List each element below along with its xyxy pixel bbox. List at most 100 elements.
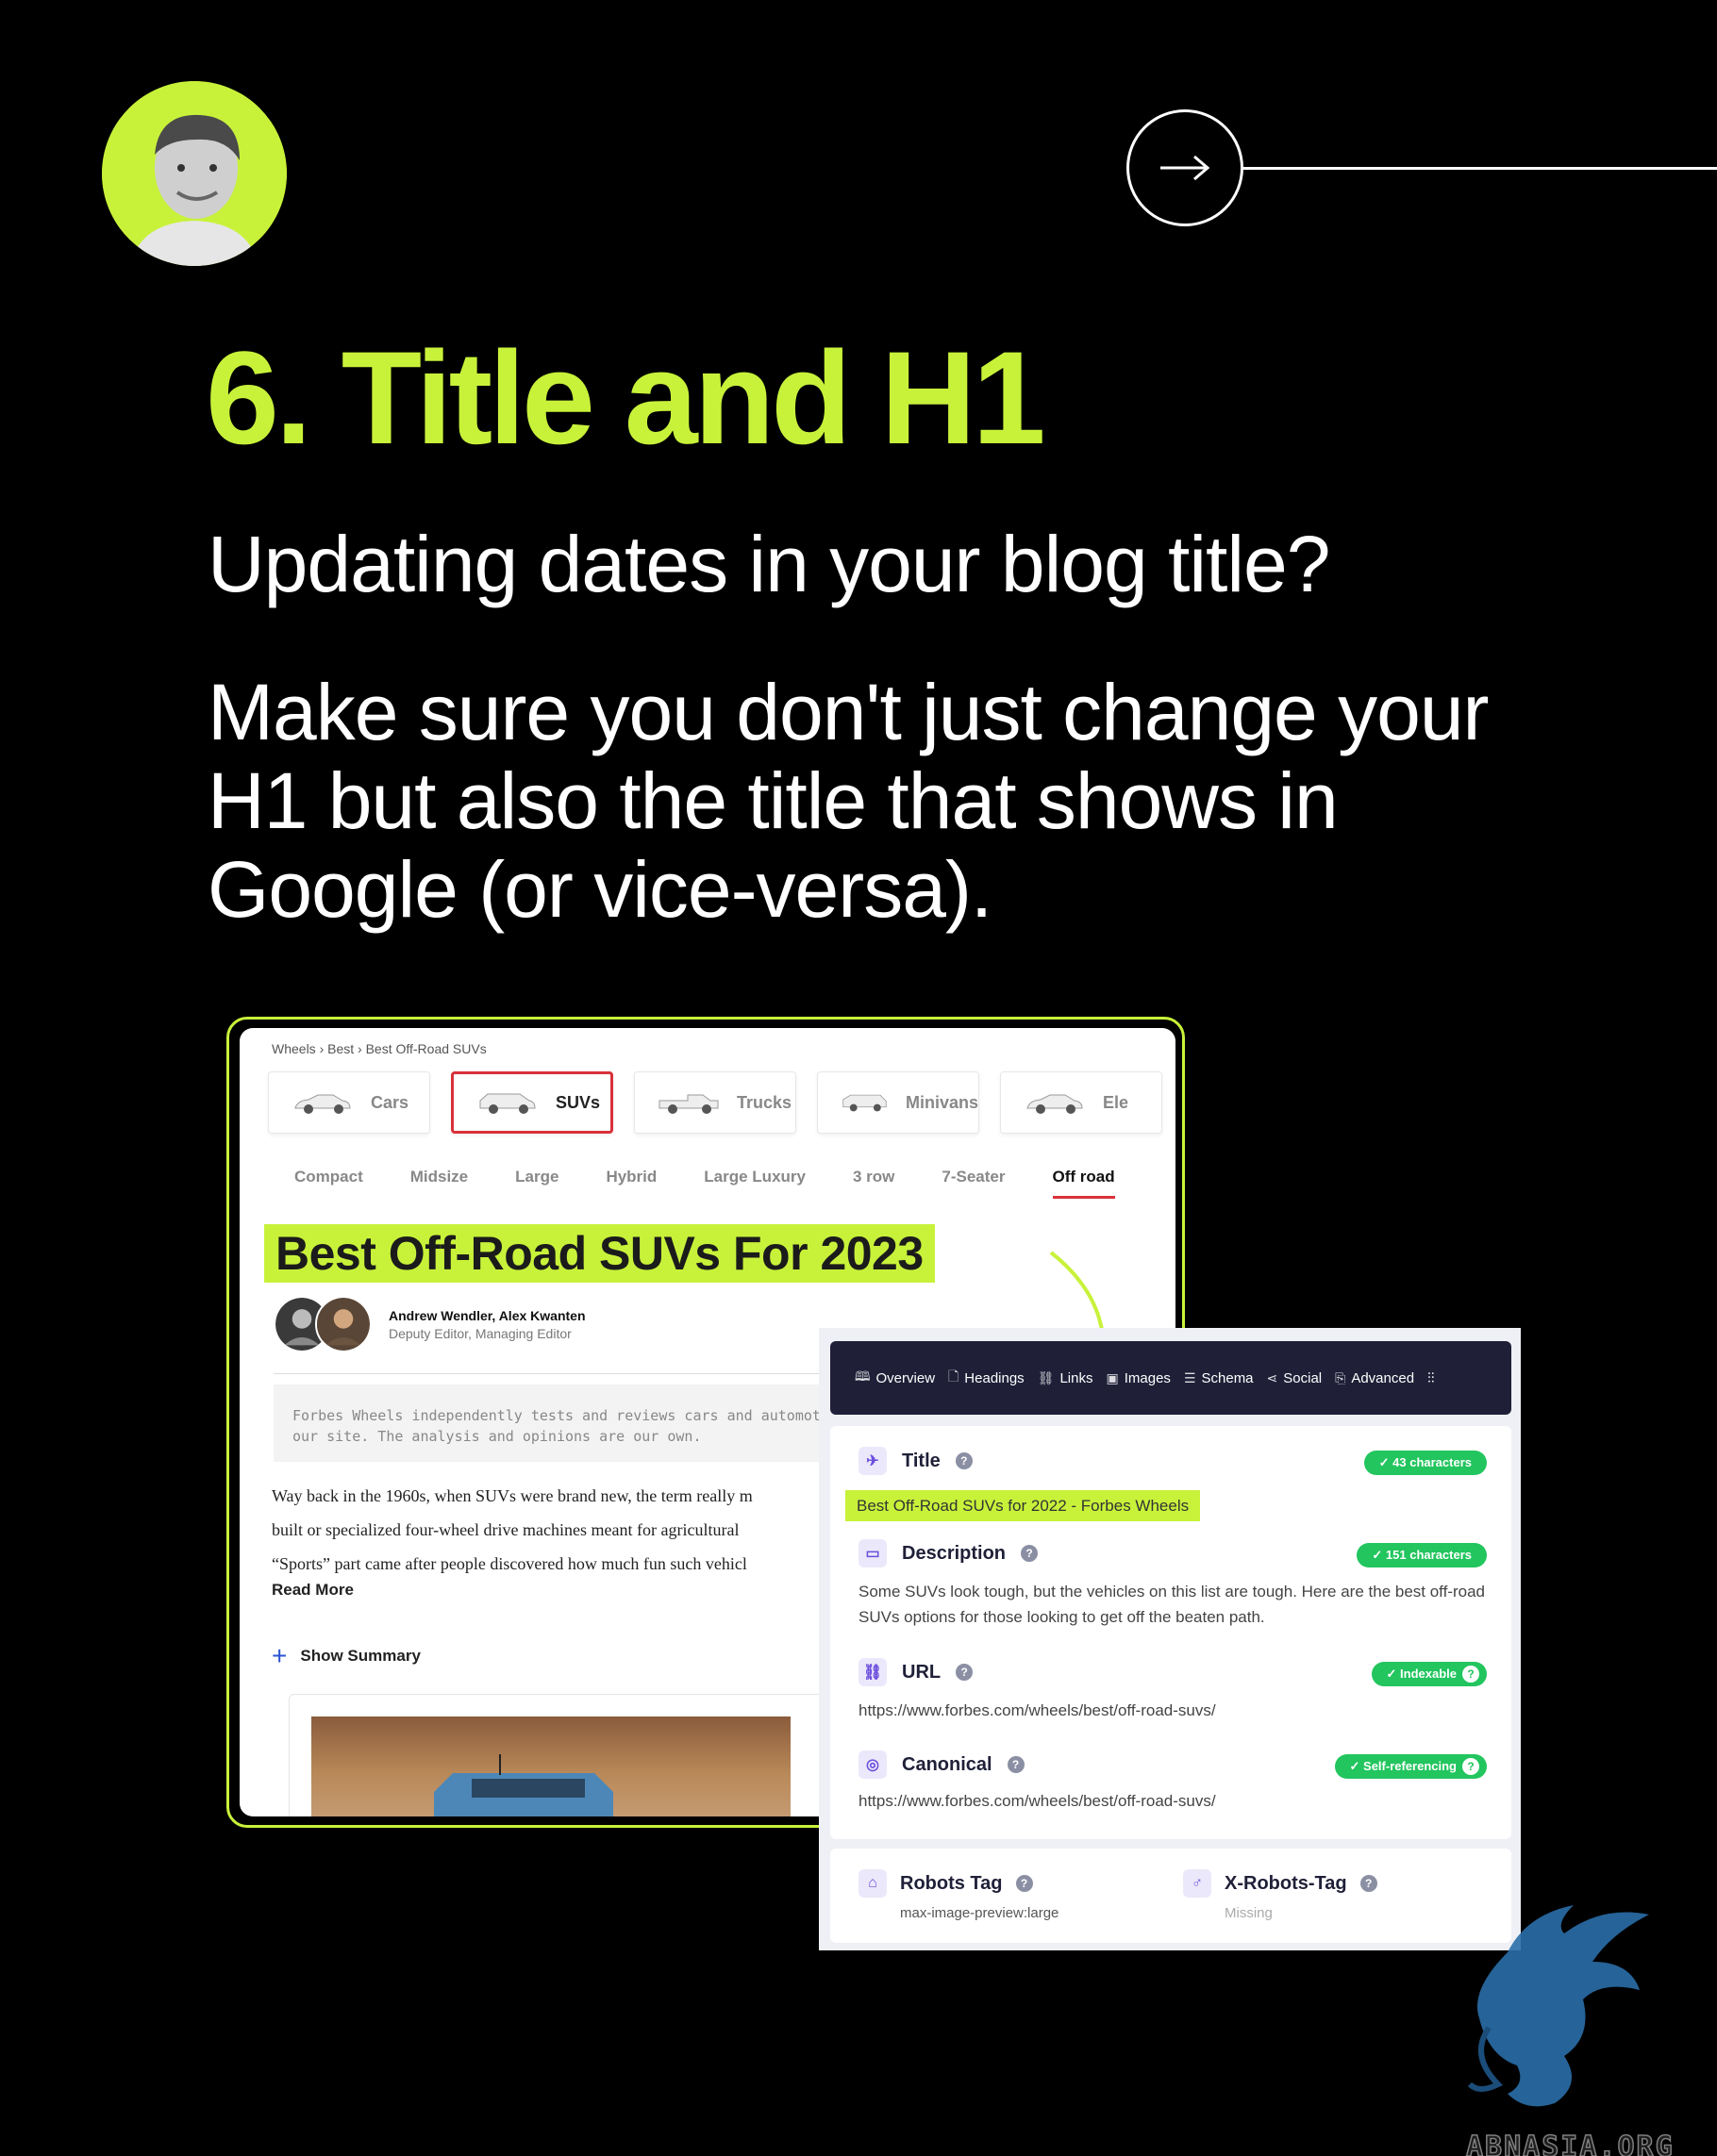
suv-icon — [479, 1093, 536, 1114]
show-summary-toggle[interactable]: + Show Summary — [272, 1643, 421, 1669]
car-icon — [294, 1094, 351, 1114]
category-tabs: Cars SUVs Trucks Minivans Ele — [268, 1071, 1162, 1134]
overview-section: ✈ Title ? ✓ 43 characters Best Off-Road … — [830, 1426, 1511, 1839]
author-roles: Deputy Editor, Managing Editor — [389, 1325, 572, 1341]
url-value[interactable]: https://www.forbes.com/wheels/best/off-r… — [858, 1698, 1491, 1723]
description-label: Description — [902, 1542, 1007, 1564]
url-label: URL — [902, 1661, 942, 1683]
robots-value: max-image-preview:large — [900, 1905, 1059, 1921]
subcategory-3-row[interactable]: 3 row — [853, 1168, 894, 1199]
author-names[interactable]: Andrew Wendler, Alex Kwanten — [389, 1308, 586, 1323]
help-icon[interactable]: ? — [1462, 1758, 1479, 1775]
tab-social[interactable]: ⋖ Social — [1267, 1370, 1323, 1386]
breadcrumb[interactable]: Wheels › Best › Best Off-Road SUVs — [272, 1041, 487, 1056]
category-label: Trucks — [737, 1092, 792, 1112]
electric-car-icon — [1026, 1094, 1083, 1114]
byline-divider — [274, 1373, 858, 1374]
book-icon: 🕮 — [855, 1368, 871, 1384]
show-summary-label: Show Summary — [300, 1647, 421, 1665]
subcategory-off-road[interactable]: Off road — [1052, 1168, 1115, 1199]
settings-sliders-icon[interactable]: ⫶⫶ — [1427, 1370, 1435, 1386]
advanced-icon: ⎘ — [1335, 1369, 1346, 1385]
article-intro: Way back in the 1960s, when SUVs were br… — [272, 1479, 875, 1581]
help-icon[interactable]: ? — [1462, 1666, 1479, 1683]
subcategory-midsize[interactable]: Midsize — [410, 1168, 468, 1199]
indexable-badge: ✓ Indexable ? — [1371, 1662, 1487, 1686]
canonical-label: Canonical — [902, 1753, 992, 1775]
image-icon: ▣ — [1106, 1369, 1119, 1385]
tab-headings[interactable]: 🗋 Headings — [948, 1367, 1025, 1389]
tab-images[interactable]: ▣ Images — [1107, 1370, 1171, 1386]
link-icon: ⛓ — [858, 1658, 887, 1686]
tab-links[interactable]: ⛓ Links — [1038, 1370, 1093, 1386]
x-robots-value: Missing — [1225, 1905, 1273, 1921]
tab-label: Links — [1059, 1369, 1093, 1386]
help-icon[interactable]: ? — [1359, 1875, 1377, 1892]
griffin-logo — [1467, 1905, 1649, 2107]
target-icon: ◎ — [858, 1750, 887, 1779]
category-tab-trucks[interactable]: Trucks — [634, 1071, 796, 1134]
link-icon: ⛓ — [1037, 1369, 1055, 1385]
help-icon[interactable]: ? — [1007, 1756, 1025, 1773]
title-label: Title — [902, 1450, 941, 1471]
self-referencing-badge: ✓ Self-referencing ? — [1334, 1754, 1487, 1779]
category-tab-suvs[interactable]: SUVs — [451, 1071, 613, 1134]
category-tab-minivans[interactable]: Minivans — [817, 1071, 979, 1134]
rocket-icon: ✈ — [858, 1447, 887, 1475]
tab-schema[interactable]: ☰ Schema — [1184, 1370, 1254, 1386]
robot-icon: ♂ — [1183, 1869, 1211, 1898]
plus-icon: + — [272, 1641, 288, 1670]
subcategory-tabs: Compact Midsize Large Hybrid Large Luxur… — [294, 1168, 1115, 1199]
tab-label: Headings — [964, 1369, 1025, 1386]
seo-extension-panel: 🕮 Overview 🗋 Headings ⛓ Links ▣ Images ☰ Sche… — [819, 1328, 1521, 1950]
category-label: Minivans — [905, 1092, 978, 1112]
help-icon[interactable]: ? — [955, 1452, 973, 1469]
robots-section: ⌂ Robots Tag ? max-image-preview:large ♂… — [830, 1849, 1511, 1943]
subcategory-7-seater[interactable]: 7-Seater — [942, 1168, 1005, 1199]
truck-icon — [658, 1094, 719, 1114]
category-tab-cars[interactable]: Cars — [268, 1071, 430, 1134]
x-robots-row: ♂ X-Robots-Tag ? — [1183, 1869, 1377, 1898]
badge-label: ✓ Indexable — [1386, 1667, 1457, 1681]
tag-icon: ⌂ — [858, 1869, 887, 1898]
category-label: SUVs — [556, 1092, 601, 1112]
title-length-badge: ✓ 43 characters — [1363, 1451, 1487, 1475]
category-label: Cars — [371, 1092, 409, 1112]
article-h1: Best Off-Road SUVs For 2023 — [264, 1224, 935, 1283]
robots-row: ⌂ Robots Tag ? — [858, 1869, 1033, 1898]
help-icon[interactable]: ? — [1015, 1875, 1033, 1892]
author-byline: Andrew Wendler, Alex Kwanten Deputy Edit… — [274, 1296, 586, 1352]
subcategory-hybrid[interactable]: Hybrid — [606, 1168, 657, 1199]
next-button[interactable] — [1126, 109, 1243, 226]
slide-body: Make sure you don't just change your H1 … — [208, 668, 1490, 934]
minivan-icon — [842, 1094, 887, 1112]
tab-label: Advanced — [1351, 1369, 1415, 1386]
x-robots-label: X-Robots-Tag — [1225, 1872, 1347, 1894]
divider-line — [1243, 167, 1717, 170]
description-row: ▭ Description ? — [858, 1539, 1039, 1567]
tab-label: Social — [1283, 1369, 1323, 1386]
slide-headline: 6. Title and H1 — [206, 323, 1046, 472]
description-length-badge: ✓ 151 characters — [1357, 1543, 1487, 1567]
editorial-disclaimer: Forbes Wheels independently tests and re… — [274, 1385, 877, 1462]
title-row: ✈ Title ? — [858, 1447, 973, 1475]
category-tab-electric[interactable]: Ele — [1000, 1071, 1162, 1134]
subcategory-compact[interactable]: Compact — [294, 1168, 363, 1199]
canonical-value[interactable]: https://www.forbes.com/wheels/best/off-r… — [858, 1788, 1491, 1814]
help-icon[interactable]: ? — [1021, 1545, 1039, 1562]
slide-subline: Updating dates in your blog title? — [208, 520, 1330, 608]
intro-line: “Sports” part came after people discover… — [272, 1554, 747, 1573]
help-icon[interactable]: ? — [956, 1664, 974, 1681]
url-row: ⛓ URL ? — [858, 1658, 974, 1686]
canonical-row: ◎ Canonical ? — [858, 1750, 1025, 1779]
tab-overview[interactable]: 🕮 Overview — [855, 1367, 935, 1389]
subcategory-large-luxury[interactable]: Large Luxury — [704, 1168, 806, 1199]
intro-line: Way back in the 1960s, when SUVs were br… — [272, 1486, 753, 1505]
category-label: Ele — [1103, 1092, 1129, 1112]
tab-label: Images — [1124, 1369, 1171, 1386]
read-more-link[interactable]: Read More — [272, 1581, 354, 1600]
title-value: Best Off-Road SUVs for 2022 - Forbes Whe… — [845, 1490, 1201, 1521]
comment-icon: ▭ — [858, 1539, 887, 1567]
tab-advanced[interactable]: ⎘ Advanced — [1335, 1370, 1414, 1386]
subcategory-large[interactable]: Large — [515, 1168, 558, 1199]
